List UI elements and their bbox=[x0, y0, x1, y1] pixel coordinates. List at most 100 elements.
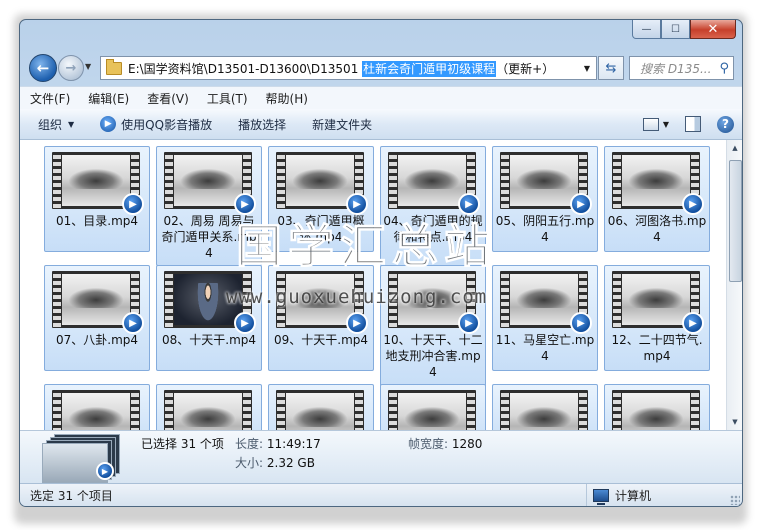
status-location: 计算机 bbox=[586, 484, 651, 506]
view-mode-icon[interactable] bbox=[642, 117, 659, 131]
film-strip-icon bbox=[277, 390, 285, 430]
menu-help[interactable]: 帮助(H) bbox=[256, 90, 316, 107]
scroll-up-icon[interactable]: ▲ bbox=[727, 140, 742, 156]
thumbnail-frame bbox=[622, 155, 690, 206]
address-suffix: （更新+） bbox=[496, 61, 555, 76]
status-selection: 选定 31 个项目 bbox=[30, 489, 113, 503]
film-strip-icon bbox=[501, 152, 509, 209]
thumbnail-frame bbox=[510, 155, 578, 206]
landscape-image bbox=[292, 169, 348, 189]
minimize-button[interactable]: — bbox=[632, 20, 661, 39]
thumbnail-frame bbox=[62, 393, 130, 430]
landscape-image bbox=[628, 407, 684, 427]
organize-button[interactable]: 组织 ▼ bbox=[20, 116, 82, 133]
preview-pane-icon[interactable] bbox=[685, 116, 701, 132]
frame-width-info: 帧宽度: 1280 bbox=[408, 437, 483, 451]
thumbnail-wrapper: ▶ bbox=[52, 390, 140, 430]
selected-count: 已选择 31 个项 bbox=[141, 437, 224, 451]
back-button[interactable]: ← bbox=[29, 54, 57, 82]
details-pane: ▶ 已选择 31 个项 长度: 11:49:17 帧宽度: 1280 大小: 2… bbox=[20, 430, 742, 483]
qq-video-badge-icon: ▶ bbox=[122, 312, 144, 334]
qq-video-badge-icon: ▶ bbox=[346, 312, 368, 334]
file-tile[interactable]: ▶ bbox=[156, 384, 262, 430]
file-name: 06、河图洛书.mp4 bbox=[607, 214, 707, 244]
file-tile[interactable]: ▶ bbox=[268, 384, 374, 430]
video-badge-icon: ▶ bbox=[96, 462, 114, 480]
film-strip-icon bbox=[277, 152, 285, 209]
play-qq-button[interactable]: ▶ 使用QQ影音播放 bbox=[82, 116, 220, 133]
landscape-image bbox=[180, 407, 236, 427]
file-tile[interactable]: ▶ 09、十天干.mp4 bbox=[268, 265, 374, 371]
file-tile[interactable]: ▶ 08、十天干.mp4 bbox=[156, 265, 262, 371]
qq-video-badge-icon: ▶ bbox=[234, 312, 256, 334]
film-strip-icon bbox=[53, 390, 61, 430]
close-button[interactable]: ✕ bbox=[690, 20, 736, 39]
refresh-button[interactable]: ⇆ bbox=[598, 56, 624, 80]
length-info: 长度: 11:49:17 bbox=[235, 437, 321, 451]
scrollbar-thumb[interactable] bbox=[729, 160, 742, 282]
file-name: 11、马星空亡.mp4 bbox=[495, 333, 595, 363]
view-dropdown-icon[interactable]: ▼ bbox=[663, 120, 669, 129]
file-tile[interactable]: ▶ 11、马星空亡.mp4 bbox=[492, 265, 598, 371]
address-bar[interactable]: E:\国学资料馆\D13501-D13600\D13501 杜新会奇门遁甲初级课… bbox=[100, 56, 597, 80]
recent-pages-dropdown-icon[interactable]: ▼ bbox=[85, 62, 91, 71]
scroll-down-icon[interactable]: ▼ bbox=[727, 414, 742, 430]
search-input[interactable]: 搜索 D135... bbox=[630, 60, 711, 77]
file-tile[interactable]: ▶ 07、八卦.mp4 bbox=[44, 265, 150, 371]
vertical-scrollbar[interactable]: ▲ ▼ bbox=[726, 140, 742, 430]
file-tile[interactable]: ▶ 10、十天干、十二地支刑冲合害.mp4 bbox=[380, 265, 486, 387]
file-tile[interactable]: ▶ bbox=[44, 384, 150, 430]
search-box[interactable]: 搜索 D135... ⚲ bbox=[629, 56, 734, 80]
landscape-image bbox=[516, 407, 572, 427]
file-tile[interactable]: ▶ bbox=[492, 384, 598, 430]
thumbnail-frame bbox=[174, 155, 242, 206]
forward-button[interactable]: → bbox=[58, 55, 84, 81]
qq-video-badge-icon: ▶ bbox=[458, 312, 480, 334]
thumbnail-wrapper: ▶ bbox=[612, 152, 704, 215]
file-tile[interactable]: ▶ 05、阴阳五行.mp4 bbox=[492, 146, 598, 252]
computer-icon bbox=[593, 489, 609, 505]
thumbnail-wrapper: ▶ bbox=[388, 152, 480, 215]
back-arrow-icon: ← bbox=[36, 59, 50, 77]
refresh-icon: ⇆ bbox=[605, 60, 617, 76]
film-strip-icon bbox=[355, 390, 363, 430]
menu-file[interactable]: 文件(F) bbox=[20, 90, 78, 107]
address-path[interactable]: E:\国学资料馆\D13501-D13600\D13501 杜新会奇门遁甲初级课… bbox=[128, 60, 554, 77]
organize-label: 组织 bbox=[38, 117, 63, 132]
new-folder-button[interactable]: 新建文件夹 bbox=[294, 116, 380, 133]
thumbnail-frame bbox=[510, 274, 578, 325]
landscape-image bbox=[404, 407, 460, 427]
thumbnail-frame bbox=[286, 393, 354, 430]
landscape-image bbox=[516, 169, 572, 189]
landscape-image bbox=[404, 169, 460, 189]
qq-video-badge-icon: ▶ bbox=[682, 193, 704, 215]
file-tile[interactable]: ▶ 12、二十四节气.mp4 bbox=[604, 265, 710, 371]
file-tile[interactable]: ▶ bbox=[604, 384, 710, 430]
resize-grip-icon[interactable] bbox=[730, 495, 740, 505]
address-dropdown-icon[interactable]: ▼ bbox=[584, 64, 590, 73]
menu-view[interactable]: 查看(V) bbox=[137, 90, 197, 107]
film-strip-icon bbox=[467, 390, 475, 430]
thumbnail-frame bbox=[62, 274, 130, 325]
menu-tools[interactable]: 工具(T) bbox=[197, 90, 256, 107]
file-tile[interactable]: ▶ bbox=[380, 384, 486, 430]
help-icon[interactable]: ? bbox=[717, 115, 734, 133]
qq-video-badge-icon: ▶ bbox=[570, 312, 592, 334]
thumbnail-wrapper: ▶ bbox=[612, 271, 704, 334]
play-selection-button[interactable]: 播放选择 bbox=[220, 116, 294, 133]
maximize-button[interactable]: ☐ bbox=[661, 20, 690, 39]
film-strip-icon bbox=[579, 390, 587, 430]
search-icon[interactable]: ⚲ bbox=[719, 61, 729, 76]
file-tile[interactable]: ▶ 01、目录.mp4 bbox=[44, 146, 150, 252]
folder-icon bbox=[106, 58, 122, 75]
landscape-image bbox=[180, 169, 236, 189]
file-tile[interactable]: ▶ 06、河图洛书.mp4 bbox=[604, 146, 710, 252]
file-name: 01、目录.mp4 bbox=[55, 214, 139, 228]
landscape-image bbox=[68, 169, 124, 189]
landscape-image bbox=[68, 407, 124, 427]
menu-edit[interactable]: 编辑(E) bbox=[78, 90, 137, 107]
presenter-image bbox=[196, 283, 220, 325]
qq-video-badge-icon: ▶ bbox=[682, 312, 704, 334]
film-strip-icon bbox=[131, 390, 139, 430]
landscape-image bbox=[628, 288, 684, 308]
